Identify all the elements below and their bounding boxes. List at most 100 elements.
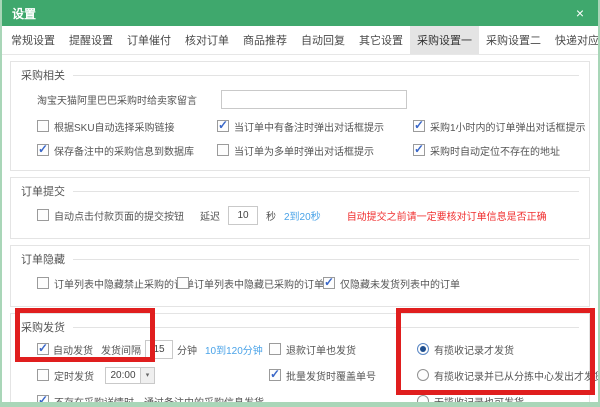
checkbox-label: 保存备注中的采购信息到数据库 bbox=[54, 143, 194, 158]
checkbox-field-batch-overwrite[interactable]: 批量发货时覆盖单号 bbox=[269, 368, 405, 383]
tab-other-settings[interactable]: 其它设置 bbox=[352, 26, 410, 54]
delay-range-hint: 2到20秒 bbox=[284, 208, 321, 223]
radio-field-pickup-record[interactable]: 有揽收记录才发货 bbox=[405, 342, 579, 357]
checkbox-icon[interactable] bbox=[37, 369, 49, 381]
auto-ship-group: 自动发货 发货间隔 分钟 10到120分钟 bbox=[37, 340, 269, 359]
delay-unit: 秒 bbox=[266, 208, 276, 223]
radio-field-sorting-center[interactable]: 有揽收记录并已从分拣中心发出才发货 bbox=[405, 368, 600, 383]
settings-dialog: 设置 × 常规设置 提醒设置 订单催付 核对订单 商品推荐 自动回复 其它设置 … bbox=[0, 0, 600, 407]
delay-label: 延迟 bbox=[200, 208, 220, 223]
checkbox-icon[interactable] bbox=[413, 120, 425, 132]
radio-icon[interactable] bbox=[417, 369, 429, 381]
hide-row: 订单列表中隐藏禁止采购的订单 订单列表中隐藏已采购的订单 仅隐藏未发货列表中的订… bbox=[21, 268, 579, 298]
settings-content: 采购相关 淘宝天猫阿里巴巴采购时给卖家留言 根据SKU自动选择采购链接 当订单中… bbox=[2, 55, 598, 407]
checkbox-label: 采购时自动定位不存在的地址 bbox=[430, 143, 560, 158]
timed-ship-time-control: 20:00 ▾ bbox=[105, 367, 155, 384]
checkbox-label: 根据SKU自动选择采购链接 bbox=[54, 119, 175, 134]
checkbox-icon[interactable] bbox=[37, 277, 49, 289]
checkbox-icon[interactable] bbox=[37, 395, 49, 407]
checkbox-label: 自动发货 bbox=[53, 342, 93, 357]
checkbox-field-1hour-popup[interactable]: 采购1小时内的订单弹出对话框提示 bbox=[413, 119, 586, 134]
time-spinner-icon[interactable]: ▾ bbox=[141, 367, 155, 384]
checkbox-icon[interactable] bbox=[37, 343, 49, 355]
checkbox-field-locate-address[interactable]: 采购时自动定位不存在的地址 bbox=[413, 143, 579, 158]
radio-label: 有揽收记录才发货 bbox=[434, 342, 514, 357]
tab-order-payment-reminder[interactable]: 订单催付 bbox=[120, 26, 178, 54]
title-bar: 设置 × bbox=[2, 0, 598, 26]
tab-purchase-settings-2[interactable]: 采购设置二 bbox=[479, 26, 548, 54]
seller-message-row: 淘宝天猫阿里巴巴采购时给卖家留言 bbox=[21, 84, 579, 114]
checkbox-label: 自动点击付款页面的提交按钮 bbox=[54, 208, 184, 223]
ship-row-1: 自动发货 发货间隔 分钟 10到120分钟 退款订单也发货 有揽收记录才发货 bbox=[21, 336, 579, 362]
checkbox-label: 当订单中有备注时弹出对话框提示 bbox=[234, 119, 384, 134]
radio-icon[interactable] bbox=[417, 343, 429, 355]
checkbox-row-1: 根据SKU自动选择采购链接 当订单中有备注时弹出对话框提示 采购1小时内的订单弹… bbox=[21, 114, 579, 138]
ship-row-3: 不存在采购详情时，通过备注中的采购信息发货 无揽收记录也可发货 bbox=[21, 388, 579, 407]
tab-bar: 常规设置 提醒设置 订单催付 核对订单 商品推荐 自动回复 其它设置 采购设置一… bbox=[2, 26, 598, 55]
radio-icon[interactable] bbox=[417, 395, 429, 407]
seller-message-label: 淘宝天猫阿里巴巴采购时给卖家留言 bbox=[37, 92, 197, 107]
tab-express-mapping-table[interactable]: 快递对应表 bbox=[548, 26, 600, 54]
tab-reminder-settings[interactable]: 提醒设置 bbox=[62, 26, 120, 54]
interval-range-hint: 10到120分钟 bbox=[205, 342, 263, 357]
section-title: 订单提交 bbox=[21, 178, 579, 200]
auto-submit-row: 自动点击付款页面的提交按钮 延迟 秒 2到20秒 自动提交之前请一定要核对订单信… bbox=[21, 200, 579, 230]
delay-input[interactable] bbox=[228, 206, 258, 225]
checkbox-field-auto-submit[interactable]: 自动点击付款页面的提交按钮 bbox=[37, 208, 184, 223]
checkbox-label: 批量发货时覆盖单号 bbox=[286, 368, 376, 383]
checkbox-icon[interactable] bbox=[37, 120, 49, 132]
checkbox-icon[interactable] bbox=[217, 120, 229, 132]
checkbox-field-sku-autoselect[interactable]: 根据SKU自动选择采购链接 bbox=[37, 119, 217, 134]
checkbox-label: 仅隐藏未发货列表中的订单 bbox=[340, 276, 460, 291]
seller-message-input[interactable] bbox=[221, 90, 407, 109]
checkbox-label: 订单列表中隐藏已采购的订单 bbox=[194, 276, 324, 291]
ship-row-2: 定时发货 20:00 ▾ 批量发货时覆盖单号 有揽收记录并已从分拣中心发出才发货 bbox=[21, 362, 579, 388]
section-order-submit: 订单提交 自动点击付款页面的提交按钮 延迟 秒 2到20秒 自动提交之前请一定要… bbox=[10, 177, 590, 239]
section-title: 订单隐藏 bbox=[21, 246, 579, 268]
checkbox-icon[interactable] bbox=[323, 277, 335, 289]
tab-purchase-settings-1[interactable]: 采购设置一 bbox=[410, 26, 479, 54]
checkbox-label: 定时发货 bbox=[54, 368, 94, 383]
tab-general-settings[interactable]: 常规设置 bbox=[4, 26, 62, 54]
tab-order-check[interactable]: 核对订单 bbox=[178, 26, 236, 54]
checkbox-field-hide-forbidden[interactable]: 订单列表中隐藏禁止采购的订单 bbox=[37, 276, 177, 291]
checkbox-icon[interactable] bbox=[269, 343, 281, 355]
checkbox-label: 采购1小时内的订单弹出对话框提示 bbox=[430, 119, 586, 134]
radio-field-no-record[interactable]: 无揽收记录也可发货 bbox=[405, 394, 579, 407]
radio-label: 无揽收记录也可发货 bbox=[434, 394, 524, 407]
checkbox-label: 不存在采购详情时，通过备注中的采购信息发货 bbox=[54, 394, 264, 407]
close-icon[interactable]: × bbox=[572, 6, 588, 20]
checkbox-row-2: 保存备注中的采购信息到数据库 当订单为多单时弹出对话框提示 采购时自动定位不存在… bbox=[21, 138, 579, 162]
checkbox-field-save-note-db[interactable]: 保存备注中的采购信息到数据库 bbox=[37, 143, 217, 158]
interval-label: 发货间隔 bbox=[101, 342, 141, 357]
submit-warning-text: 自动提交之前请一定要核对订单信息是否正确 bbox=[347, 208, 547, 223]
checkbox-icon[interactable] bbox=[217, 144, 229, 156]
checkbox-field-note-ship[interactable]: 不存在采购详情时，通过备注中的采购信息发货 bbox=[37, 394, 405, 407]
time-value[interactable]: 20:00 bbox=[105, 367, 141, 384]
tab-auto-reply[interactable]: 自动回复 bbox=[294, 26, 352, 54]
checkbox-icon[interactable] bbox=[177, 277, 189, 289]
checkbox-field-hide-purchased[interactable]: 订单列表中隐藏已采购的订单 bbox=[177, 276, 323, 291]
checkbox-field-note-popup[interactable]: 当订单中有备注时弹出对话框提示 bbox=[217, 119, 413, 134]
checkbox-label: 退款订单也发货 bbox=[286, 342, 356, 357]
checkbox-field-refund-ship[interactable]: 退款订单也发货 bbox=[269, 342, 405, 357]
section-title: 采购相关 bbox=[21, 62, 579, 84]
checkbox-icon[interactable] bbox=[269, 369, 281, 381]
checkbox-label: 订单列表中隐藏禁止采购的订单 bbox=[54, 276, 194, 291]
radio-label: 有揽收记录并已从分拣中心发出才发货 bbox=[434, 368, 600, 383]
section-purchase-related: 采购相关 淘宝天猫阿里巴巴采购时给卖家留言 根据SKU自动选择采购链接 当订单中… bbox=[10, 61, 590, 171]
section-order-hide: 订单隐藏 订单列表中隐藏禁止采购的订单 订单列表中隐藏已采购的订单 仅隐藏未发货… bbox=[10, 245, 590, 307]
section-purchase-ship: 采购发货 自动发货 发货间隔 分钟 10到120分钟 退款订单也发货 有揽收记录… bbox=[10, 313, 590, 407]
section-title: 采购发货 bbox=[21, 314, 579, 336]
window-title: 设置 bbox=[12, 5, 36, 22]
interval-unit: 分钟 bbox=[177, 342, 197, 357]
checkbox-field-multi-order-popup[interactable]: 当订单为多单时弹出对话框提示 bbox=[217, 143, 413, 158]
tab-product-recommend[interactable]: 商品推荐 bbox=[236, 26, 294, 54]
checkbox-icon[interactable] bbox=[37, 209, 49, 221]
checkbox-icon[interactable] bbox=[37, 144, 49, 156]
checkbox-icon[interactable] bbox=[413, 144, 425, 156]
timed-ship-group: 定时发货 20:00 ▾ bbox=[37, 367, 269, 384]
checkbox-label: 当订单为多单时弹出对话框提示 bbox=[234, 143, 374, 158]
checkbox-field-hide-unshipped-only[interactable]: 仅隐藏未发货列表中的订单 bbox=[323, 276, 579, 291]
interval-input[interactable] bbox=[145, 340, 173, 359]
